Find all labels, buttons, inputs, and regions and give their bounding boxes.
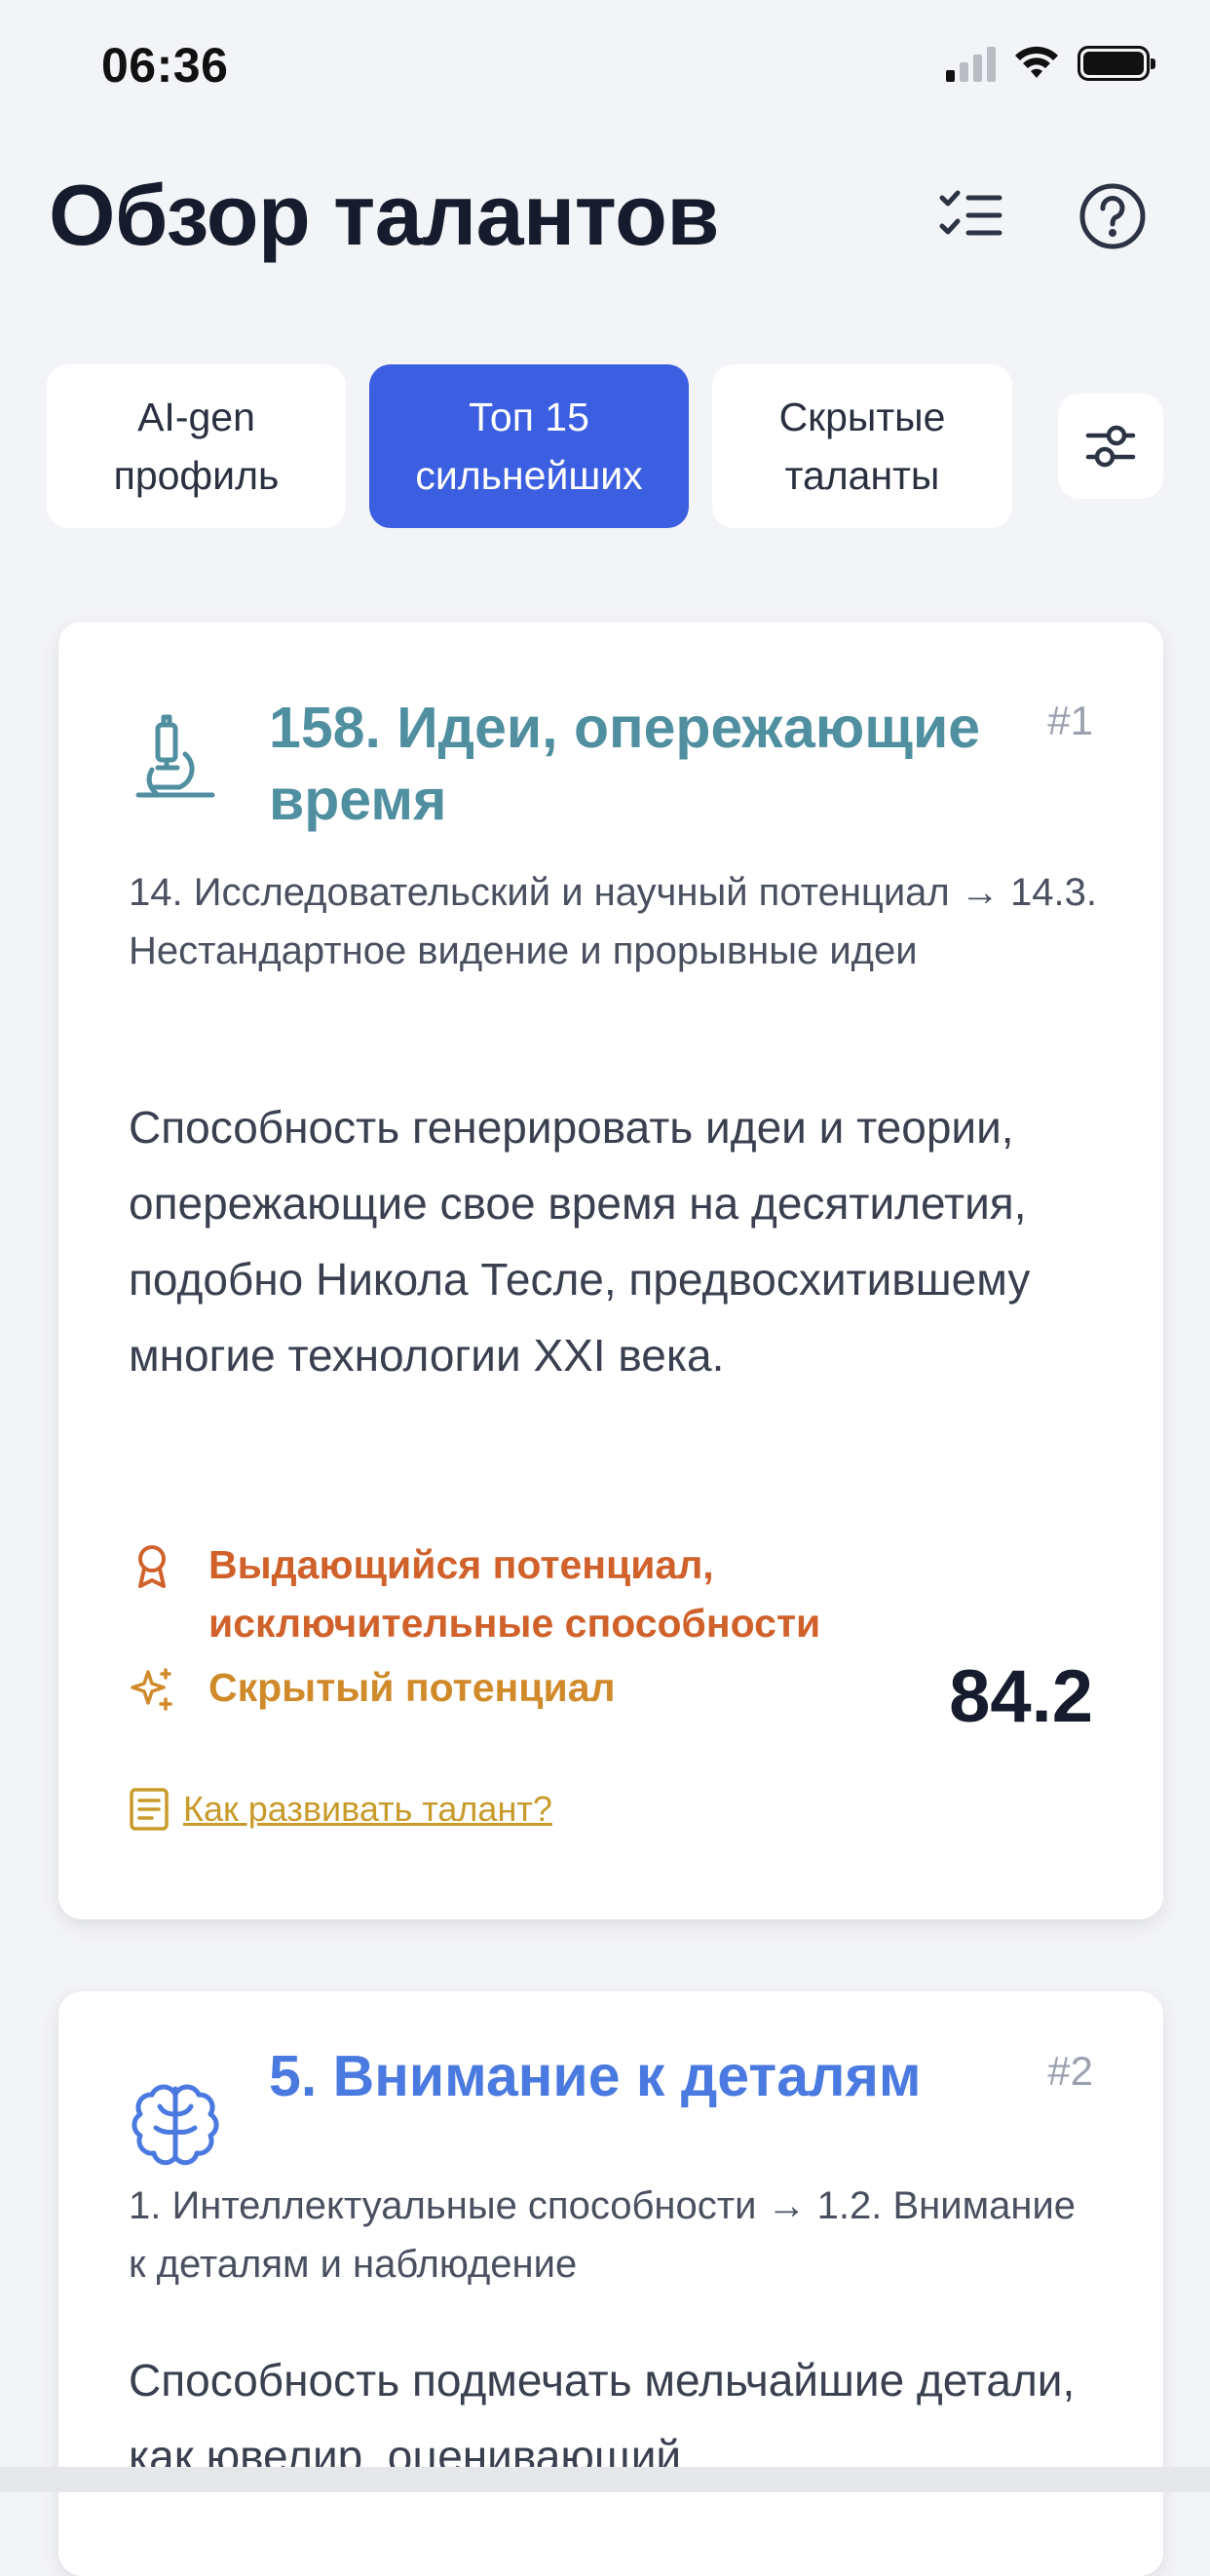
level-hidden-text: Скрытый потенциал	[208, 1665, 616, 1710]
tab-hidden-talents[interactable]: Скрытые таланты	[712, 364, 1012, 528]
document-icon	[130, 1788, 169, 1831]
page-title: Обзор талантов	[49, 167, 719, 263]
talent-title: 5. Внимание к деталям	[269, 2044, 922, 2108]
talent-category-path: 1. Интеллектуальные способности → 1.2. В…	[129, 2184, 1077, 2286]
microscope-icon	[135, 714, 215, 798]
status-icons	[946, 45, 1155, 82]
filter-button[interactable]	[1058, 394, 1163, 499]
talent-title: 158. Идеи, опережающие время	[269, 696, 981, 832]
level-outstanding: Выдающийся потенциал, исключительные спо…	[129, 1535, 871, 1652]
checklist-button[interactable]	[930, 175, 1012, 257]
header: Обзор талантов	[49, 156, 1161, 273]
talent-score: 84.2	[949, 1655, 1093, 1738]
level-hidden: Скрытый потенциал	[129, 1658, 616, 1717]
cellular-signal-icon	[946, 45, 996, 82]
tab-ai-gen-profile[interactable]: AI-gen профиль	[47, 364, 346, 528]
status-time: 06:36	[101, 38, 229, 93]
checklist-icon	[939, 190, 1002, 236]
tab-top-15-strongest[interactable]: Топ 15 сильнейших	[369, 364, 689, 528]
talent-rank: #1	[1047, 698, 1093, 743]
wifi-icon	[1015, 46, 1058, 78]
talent-description: Способность генерировать идеи и теории, …	[129, 1102, 1031, 1381]
help-icon	[1079, 183, 1146, 249]
help-button[interactable]	[1072, 175, 1153, 257]
brain-icon	[132, 2084, 219, 2166]
level-outstanding-text: Выдающийся потенциал, исключительные спо…	[208, 1542, 821, 1646]
sparkles-icon	[131, 1668, 172, 1711]
status-bar: 06:36	[0, 0, 1210, 127]
develop-talent-link-text[interactable]: Как развивать талант?	[183, 1789, 552, 1830]
talent-rank: #2	[1047, 2048, 1093, 2094]
award-ribbon-icon	[138, 1545, 166, 1588]
bottom-edge	[0, 2467, 1210, 2492]
talent-card[interactable]: 158. Идеи, опережающие время #1 14. Иссл…	[58, 622, 1163, 1919]
develop-talent-link[interactable]: Как развивать талант?	[129, 1787, 552, 1832]
filter-sliders-icon	[1085, 425, 1136, 468]
talent-category-path: 14. Исследовательский и научный потенциа…	[129, 871, 1097, 972]
battery-icon	[1078, 46, 1155, 81]
tab-bar: AI-gen профиль Топ 15 сильнейших Скрытые…	[47, 364, 1163, 528]
